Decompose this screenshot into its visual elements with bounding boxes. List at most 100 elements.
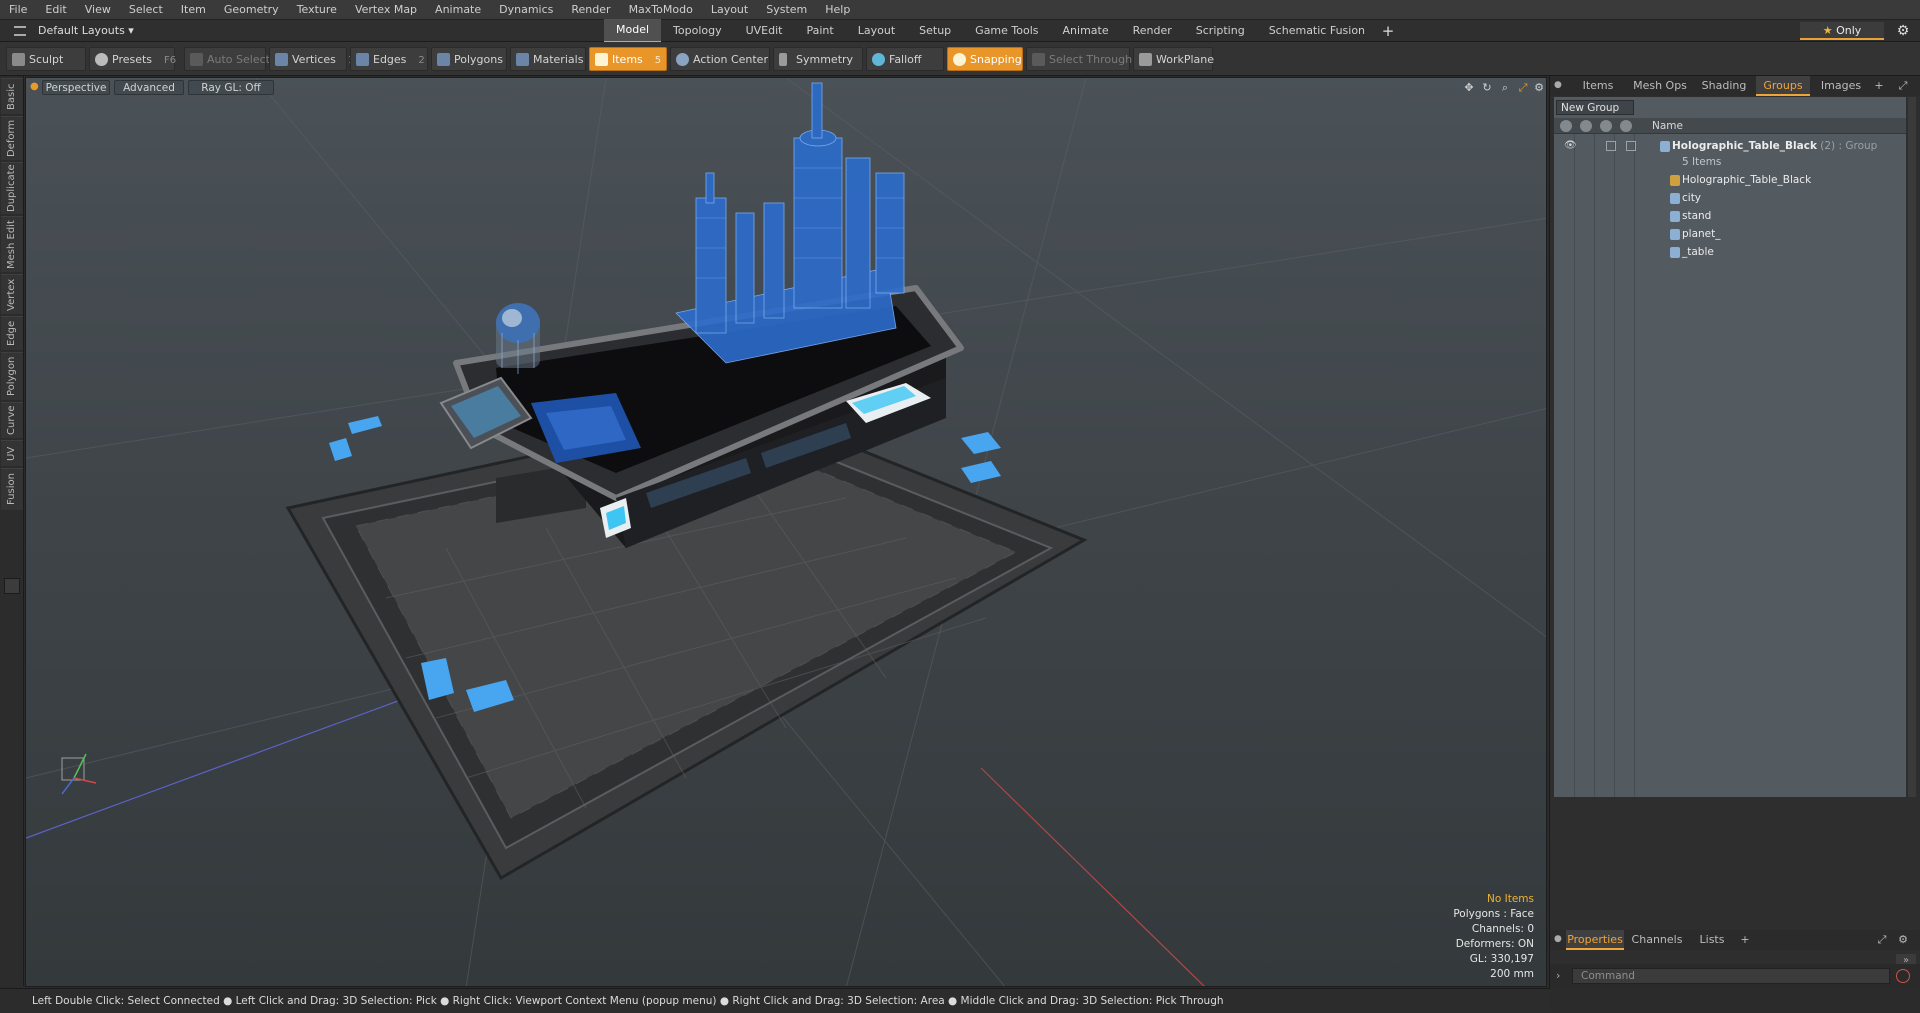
left-tab-fusion[interactable]: Fusion — [1, 468, 23, 510]
edges-button[interactable]: Edges 2 — [350, 46, 428, 71]
select-column-icon[interactable] — [1620, 120, 1632, 132]
menu-dynamics[interactable]: Dynamics — [490, 0, 562, 20]
name-column-header[interactable]: Name — [1652, 118, 1683, 134]
expand-properties-icon[interactable]: ⤢ — [1872, 930, 1892, 950]
viewport-settings-icon[interactable]: ⚙ — [1532, 81, 1546, 95]
left-tab-polygon[interactable]: Polygon — [1, 352, 23, 400]
left-tab-deform[interactable]: Deform — [1, 116, 23, 160]
action-center-button[interactable]: Action Center — [670, 46, 770, 71]
render-column-icon[interactable] — [1580, 120, 1592, 132]
tab-shading[interactable]: Shading — [1694, 76, 1754, 96]
menu-view[interactable]: View — [76, 0, 120, 20]
add-properties-tab-button[interactable]: + — [1736, 930, 1754, 950]
falloff-button[interactable]: Falloff — [866, 46, 944, 71]
tab-layout[interactable]: Layout — [846, 20, 907, 42]
lock-checkbox[interactable] — [1606, 141, 1616, 151]
materials-button[interactable]: Materials — [510, 46, 586, 71]
left-panel-toggle[interactable] — [4, 578, 20, 594]
tab-channels[interactable]: Channels — [1628, 930, 1686, 950]
locator-icon — [1670, 175, 1680, 186]
zoom-icon[interactable]: ⌕ — [1498, 81, 1512, 95]
list-item[interactable]: Holographic_Table_Black — [1554, 171, 1906, 189]
deformers-info: Deformers: ON — [1455, 938, 1534, 950]
tab-uvedit[interactable]: UVEdit — [734, 20, 795, 42]
snapping-button[interactable]: Snapping — [947, 46, 1023, 71]
tab-schematic-fusion[interactable]: Schematic Fusion — [1257, 20, 1377, 42]
pan-icon[interactable]: ✥ — [1462, 81, 1476, 95]
left-tab-vertex[interactable]: Vertex — [1, 274, 23, 314]
sculpt-button[interactable]: Sculpt — [6, 46, 86, 71]
left-tab-uv[interactable]: UV — [1, 440, 23, 466]
tab-scripting[interactable]: Scripting — [1184, 20, 1257, 42]
viewport-menu-icon[interactable]: ● — [30, 81, 39, 92]
add-tab-button[interactable]: + — [1377, 20, 1399, 42]
properties-settings-icon[interactable]: ⚙ — [1892, 930, 1914, 950]
3d-viewport[interactable]: ● Perspective Advanced Ray GL: Off ✥ ↻ ⌕… — [25, 77, 1547, 987]
groups-scrollbar[interactable] — [1908, 97, 1916, 797]
workplane-button[interactable]: WorkPlane — [1133, 46, 1214, 71]
menu-render[interactable]: Render — [562, 0, 619, 20]
list-item[interactable]: stand — [1554, 207, 1906, 225]
presets-button[interactable]: Presets F6 — [89, 46, 176, 71]
tab-images[interactable]: Images — [1812, 76, 1870, 96]
visibility-column-icon[interactable] — [1560, 120, 1572, 132]
left-tab-curve[interactable]: Curve — [1, 402, 23, 438]
tab-game-tools[interactable]: Game Tools — [963, 20, 1050, 42]
tab-model[interactable]: Model — [604, 19, 662, 43]
tab-animate[interactable]: Animate — [1051, 20, 1121, 42]
maximize-icon[interactable]: ⤢ — [1516, 81, 1530, 95]
list-item[interactable]: _table — [1554, 243, 1906, 261]
menu-geometry[interactable]: Geometry — [215, 0, 288, 20]
gear-icon[interactable]: ⚙ — [1894, 22, 1912, 40]
only-button[interactable]: ★ Only — [1800, 22, 1884, 40]
left-tab-basic[interactable]: Basic — [1, 78, 23, 114]
vertices-button[interactable]: Vertices1 — [269, 46, 354, 71]
list-item[interactable]: planet_ — [1554, 225, 1906, 243]
items-button[interactable]: Items 5 — [589, 46, 667, 71]
tab-groups[interactable]: Groups — [1756, 76, 1810, 96]
menu-item[interactable]: Item — [172, 0, 215, 20]
expand-panel-icon[interactable]: ⤢ — [1892, 76, 1914, 96]
groups-list[interactable]: New Group Name 👁 Holographic_Table_Black… — [1554, 97, 1906, 797]
menu-texture[interactable]: Texture — [288, 0, 346, 20]
lock-column-icon[interactable] — [1600, 120, 1612, 132]
menu-select[interactable]: Select — [120, 0, 172, 20]
tab-lists[interactable]: Lists — [1690, 930, 1734, 950]
layout-selector[interactable]: Default Layouts ▾ — [8, 22, 158, 40]
view-mode-button[interactable]: Perspective — [42, 80, 110, 95]
tab-setup[interactable]: Setup — [907, 20, 963, 42]
left-tab-duplicate[interactable]: Duplicate — [1, 162, 23, 214]
menu-maxtomodo[interactable]: MaxToModo — [620, 0, 702, 20]
command-input[interactable]: Command — [1572, 968, 1890, 984]
tab-topology[interactable]: Topology — [661, 20, 734, 42]
tab-render[interactable]: Render — [1121, 20, 1184, 42]
panel-menu-icon[interactable]: ● — [1554, 80, 1562, 90]
auto-select-button[interactable]: Auto Select — [184, 46, 270, 71]
select-through-button[interactable]: Select Through — [1026, 46, 1132, 71]
menu-layout[interactable]: Layout — [702, 0, 757, 20]
raygl-button[interactable]: Ray GL: Off — [188, 80, 274, 95]
list-item[interactable]: city — [1554, 189, 1906, 207]
tab-items[interactable]: Items — [1570, 76, 1626, 96]
tab-mesh-ops[interactable]: Mesh Ops — [1628, 76, 1692, 96]
add-panel-tab-button[interactable]: + — [1870, 76, 1888, 96]
eye-icon[interactable]: 👁 — [1564, 140, 1577, 152]
menu-system[interactable]: System — [757, 0, 816, 20]
record-icon[interactable] — [1896, 969, 1910, 983]
menu-animate[interactable]: Animate — [426, 0, 490, 20]
left-tab-edge[interactable]: Edge — [1, 316, 23, 350]
new-group-button[interactable]: New Group — [1556, 100, 1634, 115]
select-checkbox[interactable] — [1626, 141, 1636, 151]
menu-vertex-map[interactable]: Vertex Map — [346, 0, 426, 20]
symmetry-button[interactable]: Symmetry — [773, 46, 863, 71]
menu-file[interactable]: File — [0, 0, 36, 20]
left-tab-mesh-edit[interactable]: Mesh Edit — [1, 216, 23, 272]
polygons-button[interactable]: Polygons — [431, 46, 507, 71]
menu-edit[interactable]: Edit — [36, 0, 75, 20]
tab-properties[interactable]: Properties — [1566, 930, 1624, 950]
menu-help[interactable]: Help — [816, 0, 859, 20]
tab-paint[interactable]: Paint — [795, 20, 846, 42]
advanced-shading-button[interactable]: Advanced — [114, 80, 184, 95]
rotate-icon[interactable]: ↻ — [1480, 81, 1494, 95]
properties-menu-icon[interactable]: ● — [1554, 934, 1562, 944]
